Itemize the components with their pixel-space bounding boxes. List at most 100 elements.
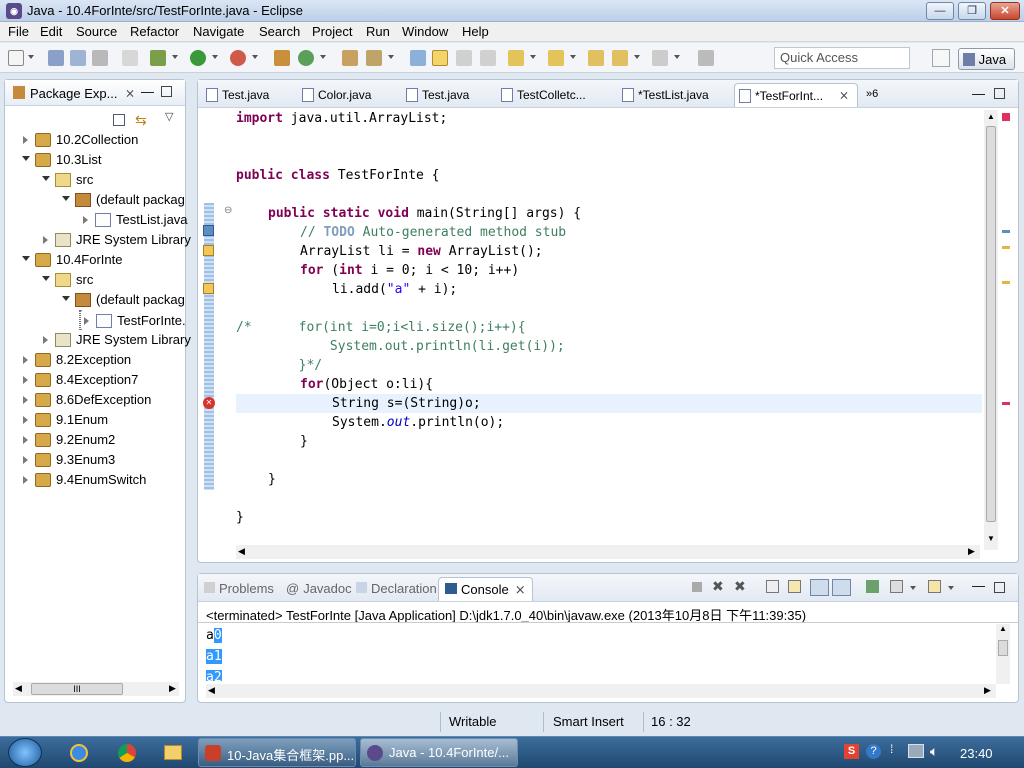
show-stdout-icon[interactable] <box>810 579 829 596</box>
console-hscrollbar[interactable]: ◀ ▶ <box>206 684 996 698</box>
search-icon[interactable] <box>366 50 382 66</box>
scroll-left-icon[interactable]: ◀ <box>15 683 22 694</box>
start-button[interactable] <box>8 738 42 767</box>
menu-run[interactable]: Run <box>366 24 390 39</box>
console-output-line[interactable]: a0 <box>206 626 222 645</box>
scroll-right-icon[interactable]: ▶ <box>169 683 176 694</box>
help-tray-icon[interactable]: ? <box>866 744 881 759</box>
tab-declaration[interactable]: Declaration <box>356 581 437 596</box>
link-editor-icon[interactable]: ⇆ <box>135 112 147 129</box>
code-area[interactable]: import java.util.ArrayList; public class… <box>236 109 982 545</box>
back-icon[interactable] <box>612 50 628 66</box>
menu-file[interactable]: File <box>8 24 29 39</box>
tab-console[interactable]: Console ⨯ <box>438 577 533 601</box>
warning-marker-icon[interactable] <box>203 245 214 256</box>
menu-help[interactable]: Help <box>462 24 489 39</box>
close-tab-icon[interactable]: ⨯ <box>839 88 849 102</box>
print-icon[interactable] <box>92 50 108 66</box>
scroll-lock-icon[interactable] <box>788 580 801 593</box>
volume-icon[interactable]: 🔈︎ <box>930 743 938 760</box>
minimize-editor-icon[interactable]: — <box>972 86 985 101</box>
tab-problems[interactable]: Problems <box>204 581 274 596</box>
previous-annotation-icon[interactable] <box>548 50 564 66</box>
tree-item-testforinte-java[interactable]: TestForInte. <box>79 310 186 330</box>
system-clock[interactable]: 23:40 <box>960 746 993 761</box>
error-overview-icon[interactable] <box>1002 113 1010 121</box>
console-vscrollbar[interactable]: ▲ <box>996 624 1010 684</box>
highlight-icon[interactable] <box>432 50 448 66</box>
minimize-view-icon[interactable]: — <box>141 84 154 99</box>
error-marker-icon[interactable]: ✕ <box>203 397 215 409</box>
scroll-thumb[interactable] <box>998 640 1008 656</box>
error-overview-mark[interactable] <box>1002 402 1010 405</box>
open-perspective-icon[interactable] <box>932 49 950 67</box>
debug-icon[interactable] <box>150 50 166 66</box>
network-icon[interactable] <box>908 744 924 758</box>
pin-console-icon[interactable] <box>866 580 879 593</box>
close-button[interactable]: ✕ <box>990 2 1020 20</box>
scroll-left-icon[interactable]: ◀ <box>238 546 245 557</box>
explorer-hscrollbar[interactable]: ◀ III ▶ <box>13 682 179 696</box>
pin-editor-icon[interactable] <box>698 50 714 66</box>
scroll-thumb[interactable]: III <box>31 683 123 695</box>
external-tools-icon[interactable] <box>230 50 246 66</box>
show-hidden-icons-icon[interactable]: ⁞ <box>890 742 893 756</box>
save-icon[interactable] <box>48 50 64 66</box>
remove-all-icon[interactable]: ✖ <box>734 578 746 595</box>
task-overview-mark[interactable] <box>1002 230 1010 233</box>
maximize-view-icon[interactable] <box>161 86 172 97</box>
menu-navigate[interactable]: Navigate <box>193 24 244 39</box>
console-output-line[interactable]: a1 <box>206 647 222 666</box>
open-type-icon[interactable] <box>342 50 358 66</box>
chrome-icon[interactable] <box>118 744 136 762</box>
new-class-icon[interactable] <box>298 50 314 66</box>
menu-edit[interactable]: Edit <box>40 24 62 39</box>
minimize-button[interactable]: — <box>926 2 954 20</box>
tab-testforinte-java[interactable]: *TestForInt... ⨯ <box>734 83 858 107</box>
collapse-all-icon[interactable] <box>113 114 125 126</box>
remove-launch-icon[interactable]: ✖ <box>712 578 724 595</box>
warning-marker-icon[interactable] <box>203 283 214 294</box>
tab-test-java-2[interactable]: Test.java <box>402 83 469 107</box>
tab-test-java[interactable]: Test.java <box>202 83 269 107</box>
scroll-up-icon[interactable]: ▲ <box>987 112 995 121</box>
maximize-button[interactable]: ❐ <box>958 2 986 20</box>
scroll-left-icon[interactable]: ◀ <box>208 685 215 696</box>
next-annotation-icon[interactable] <box>508 50 524 66</box>
minimize-console-icon[interactable]: — <box>972 578 985 593</box>
editor-hscrollbar[interactable]: ◀ ▶ <box>236 545 980 559</box>
tab-overflow-button[interactable]: »6 <box>862 83 878 107</box>
maximize-console-icon[interactable] <box>994 582 1005 593</box>
menu-project[interactable]: Project <box>312 24 352 39</box>
warning-overview-mark[interactable] <box>1002 281 1010 284</box>
forward-icon[interactable] <box>652 50 668 66</box>
save-all-icon[interactable] <box>70 50 86 66</box>
taskbar-item-ppt[interactable]: 10-Java集合框架.pp... <box>198 738 356 767</box>
last-edit-icon[interactable] <box>588 50 604 66</box>
taskbar-item-eclipse[interactable]: Java - 10.4ForInte/... <box>360 738 518 767</box>
tab-color-java[interactable]: Color.java <box>298 83 371 107</box>
menu-search[interactable]: Search <box>259 24 300 39</box>
sogou-icon[interactable]: S <box>844 744 859 759</box>
scroll-right-icon[interactable]: ▶ <box>968 546 975 557</box>
scroll-right-icon[interactable]: ▶ <box>984 685 991 696</box>
menu-source[interactable]: Source <box>76 24 117 39</box>
block-selection-icon[interactable] <box>456 50 472 66</box>
scroll-thumb[interactable] <box>986 126 996 522</box>
view-menu-icon[interactable]: ▽ <box>165 110 173 123</box>
quick-access-input[interactable]: Quick Access <box>774 47 910 69</box>
skip-breakpoints-icon[interactable] <box>122 50 138 66</box>
tab-javadoc[interactable]: @ Javadoc <box>286 581 352 596</box>
scroll-up-icon[interactable]: ▲ <box>999 624 1007 633</box>
close-view-icon[interactable]: ⨯ <box>125 86 135 100</box>
show-stderr-icon[interactable] <box>832 579 851 596</box>
task-marker-icon[interactable] <box>203 225 214 236</box>
tab-testlist-java[interactable]: *TestList.java <box>618 83 709 107</box>
display-console-icon[interactable] <box>890 580 903 593</box>
run-icon[interactable] <box>190 50 206 66</box>
new-java-project-icon[interactable] <box>274 50 290 66</box>
open-console-icon[interactable] <box>928 580 941 593</box>
ie-icon[interactable] <box>70 744 88 762</box>
editor-vscrollbar[interactable]: ▲ ▼ <box>984 110 998 550</box>
clear-console-icon[interactable] <box>766 580 779 593</box>
